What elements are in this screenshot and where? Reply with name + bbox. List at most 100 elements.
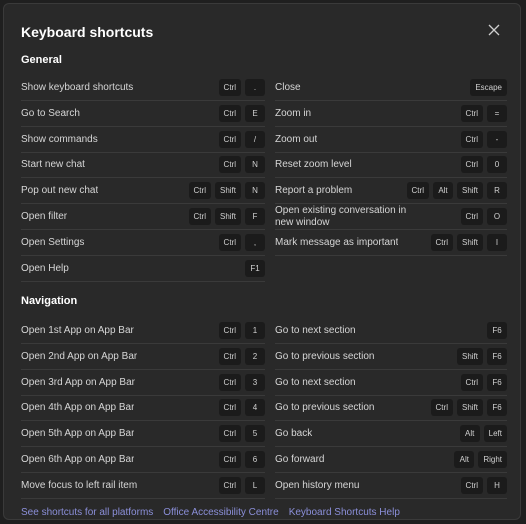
shortcut-keys: F1 [245, 259, 265, 277]
shortcut-label: Reset zoom level [275, 159, 352, 171]
shortcut-row: Zoom in Ctrl = [275, 101, 507, 127]
shortcut-keys: Ctrl 5 [218, 425, 265, 443]
shortcut-keys: Ctrl 2 [218, 347, 265, 365]
shortcut-row: Zoom out Ctrl - [275, 127, 507, 153]
link-shortcuts-help[interactable]: Keyboard Shortcuts Help [289, 507, 400, 518]
key-chip: Ctrl [188, 208, 211, 225]
shortcut-label: Zoom in [275, 107, 312, 119]
key-chip: Ctrl [218, 233, 241, 251]
link-all-platforms[interactable]: See shortcuts for all platforms [21, 507, 153, 518]
shortcut-keys: Ctrl 3 [218, 373, 265, 391]
key-chip: Shift [456, 182, 483, 200]
shortcut-keys: Ctrl - [460, 130, 507, 148]
shortcut-row: Start new chat Ctrl N [21, 152, 265, 179]
shortcut-label: Report a problem [275, 185, 353, 197]
key-chip: Shift [214, 182, 241, 200]
key-chip: N [245, 182, 265, 200]
key-chip: Ctrl [218, 130, 241, 148]
shortcut-label: Open filter [21, 211, 68, 222]
shortcut-keys: Ctrl 6 [218, 451, 265, 468]
key-chip: L [245, 476, 265, 494]
shortcut-row: Go to next section Ctrl F6 [275, 370, 507, 396]
shortcut-keys: Ctrl 1 [218, 322, 265, 339]
shortcut-row: Pop out new chat Ctrl Shift N [21, 178, 265, 205]
shortcut-label: Open Help [21, 262, 69, 274]
close-icon[interactable] [486, 22, 502, 38]
navigation-heading: Navigation [21, 295, 78, 307]
shortcut-label: Zoom out [275, 133, 318, 145]
key-chip: 3 [245, 373, 265, 391]
shortcut-row: Open history menu Ctrl H [275, 473, 507, 499]
shortcut-row: Move focus to left rail item Ctrl L [21, 473, 265, 499]
shortcut-row: Open Help F1 [21, 256, 265, 282]
key-chip: O [487, 208, 507, 225]
key-chip: Ctrl [218, 373, 241, 391]
key-chip: 0 [487, 156, 507, 174]
key-chip: Ctrl [218, 347, 241, 365]
shortcut-label: Go to Search [21, 107, 80, 119]
shortcut-row: Open filter Ctrl Shift F [21, 204, 265, 230]
key-chip: = [487, 104, 507, 122]
shortcut-label: Close [275, 82, 301, 93]
shortcut-row: Go to previous section Ctrl Shift F6 [275, 395, 507, 422]
key-chip: Escape [470, 79, 507, 96]
shortcut-label: Open 4th App on App Bar [21, 402, 135, 414]
key-chip: Ctrl [218, 156, 241, 174]
key-chip: Right [478, 451, 507, 468]
shortcut-row: Open existing conversation in new window… [275, 204, 507, 230]
shortcut-row: Go to next section F6 [275, 318, 507, 344]
shortcut-keys: Ctrl O [460, 208, 507, 225]
shortcut-row: Go forward Alt Right [275, 447, 507, 473]
link-accessibility-centre[interactable]: Office Accessibility Centre [163, 507, 278, 518]
key-chip: Ctrl [460, 130, 483, 148]
key-chip: Shift [456, 399, 483, 417]
key-chip: F6 [487, 322, 507, 339]
key-chip: N [245, 156, 265, 174]
shortcut-label: Show keyboard shortcuts [21, 82, 134, 93]
shortcut-keys: Shift F6 [456, 347, 507, 365]
shortcut-keys: Ctrl = [460, 104, 507, 122]
key-chip: R [487, 182, 507, 200]
key-chip: Ctrl [218, 425, 241, 443]
key-chip: 5 [245, 425, 265, 443]
key-chip: Shift [456, 233, 483, 251]
shortcut-row: Mark message as important Ctrl Shift I [275, 230, 507, 256]
key-chip: . [245, 79, 265, 96]
key-chip: Ctrl [430, 233, 453, 251]
shortcut-keys: Alt Left [459, 425, 507, 443]
key-chip: Shift [456, 347, 483, 365]
key-chip: H [487, 476, 507, 494]
key-chip: Ctrl [218, 451, 241, 468]
shortcut-keys: Ctrl N [218, 156, 265, 174]
key-chip: Alt [432, 182, 453, 200]
key-chip: Ctrl [460, 104, 483, 122]
shortcut-keys: Ctrl Shift F [188, 208, 265, 225]
shortcut-keys: Ctrl L [218, 476, 265, 494]
shortcut-label: Go to next section [275, 376, 356, 388]
shortcut-row: Show commands Ctrl / [21, 127, 265, 153]
shortcut-keys: Ctrl, [218, 233, 265, 251]
shortcut-label: Go to previous section [275, 402, 375, 414]
shortcut-label: Move focus to left rail item [21, 479, 138, 491]
key-chip: 2 [245, 347, 265, 365]
shortcut-row: Open 3rd App on App Bar Ctrl 3 [21, 370, 265, 396]
shortcut-label: Mark message as important [275, 236, 399, 248]
key-chip: Ctrl [460, 373, 483, 391]
shortcut-label: Go back [275, 428, 313, 440]
key-chip: Ctrl [218, 104, 241, 122]
key-chip: 1 [245, 322, 265, 339]
key-chip: F1 [245, 259, 265, 277]
general-heading: General [21, 54, 62, 66]
shortcut-row: Reset zoom level Ctrl 0 [275, 152, 507, 179]
shortcut-keys: Ctrl 4 [218, 399, 265, 417]
key-chip: F6 [487, 373, 507, 391]
key-chip: Ctrl [460, 476, 483, 494]
key-chip: E [245, 104, 265, 122]
dialog-title: Keyboard shortcuts [21, 24, 154, 40]
shortcut-row: Go back Alt Left [275, 421, 507, 448]
key-chip: - [487, 130, 507, 148]
shortcut-row: Report a problem Ctrl Alt Shift R [275, 178, 507, 205]
key-chip: Ctrl [218, 79, 241, 96]
shortcut-label: Open existing conversation in new window [275, 204, 407, 228]
shortcut-label: Open 1st App on App Bar [21, 325, 134, 336]
